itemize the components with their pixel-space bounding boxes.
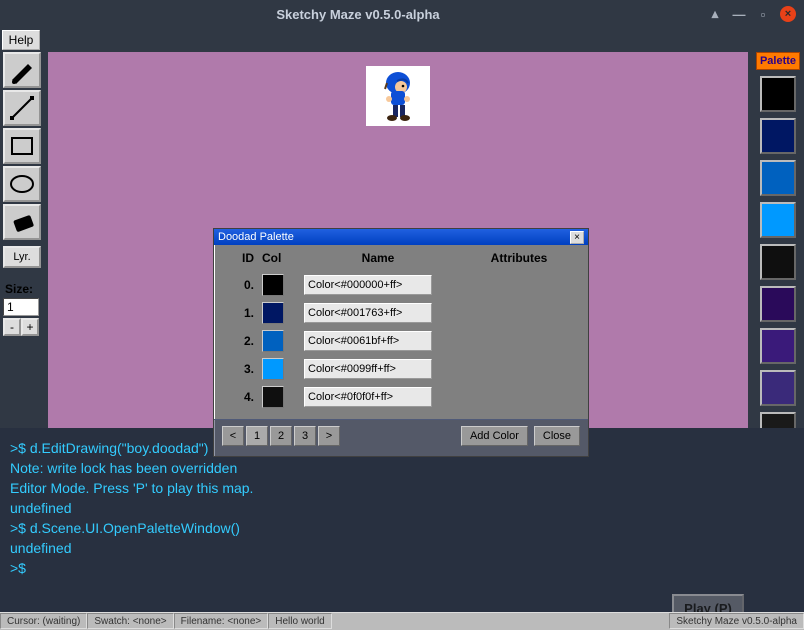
dialog-title-text: Doodad Palette	[218, 231, 570, 243]
palette-swatch-4[interactable]	[760, 244, 796, 280]
size-plus-button[interactable]: +	[21, 318, 39, 336]
row-id: 4.	[222, 390, 262, 404]
status-cursor: Cursor: (waiting)	[0, 613, 87, 629]
row-color-swatch[interactable]	[262, 330, 284, 352]
row-color-swatch[interactable]	[262, 358, 284, 380]
palette-swatch-5[interactable]	[760, 286, 796, 322]
palette-swatch-7[interactable]	[760, 370, 796, 406]
palette-swatch-6[interactable]	[760, 328, 796, 364]
palette-row: 3.	[222, 355, 580, 383]
dialog-column-headers: ID Col Name Attributes	[222, 251, 580, 271]
ellipse-tool[interactable]	[3, 166, 41, 202]
status-filename: Filename: <none>	[174, 613, 269, 629]
row-id: 3.	[222, 362, 262, 376]
palette-row: 4.	[222, 383, 580, 411]
palette-row: 2.	[222, 327, 580, 355]
rectangle-tool[interactable]	[3, 128, 41, 164]
row-color-swatch[interactable]	[262, 274, 284, 296]
help-menu[interactable]: Help	[2, 30, 40, 50]
window-title: Sketchy Maze v0.5.0-alpha	[8, 7, 708, 22]
dialog-titlebar[interactable]: Doodad Palette ×	[214, 229, 588, 245]
palette-row: 1.	[222, 299, 580, 327]
close-dialog-button[interactable]: Close	[534, 426, 580, 446]
pin-icon[interactable]: ▴	[708, 7, 722, 21]
pager-2[interactable]: 2	[270, 426, 292, 446]
row-name-input[interactable]	[304, 359, 432, 379]
palette-swatch-2[interactable]	[760, 160, 796, 196]
close-icon[interactable]: ×	[780, 6, 796, 22]
layers-button[interactable]: Lyr.	[3, 246, 41, 268]
col-id-header: ID	[222, 251, 262, 265]
row-id: 2.	[222, 334, 262, 348]
size-minus-button[interactable]: -	[3, 318, 21, 336]
row-color-swatch[interactable]	[262, 302, 284, 324]
window-titlebar: Sketchy Maze v0.5.0-alpha ▴ — ▫ ×	[0, 0, 804, 28]
add-color-button[interactable]: Add Color	[461, 426, 528, 446]
row-name-input[interactable]	[304, 303, 432, 323]
palette-swatch-0[interactable]	[760, 76, 796, 112]
col-color-header: Col	[262, 251, 298, 265]
pager-1[interactable]: 1	[246, 426, 268, 446]
row-id: 1.	[222, 306, 262, 320]
row-color-swatch[interactable]	[262, 386, 284, 408]
maximize-icon[interactable]: ▫	[756, 7, 770, 21]
toolbox: Lyr. Size: - +	[3, 52, 43, 336]
palette-header: Palette	[756, 52, 800, 70]
status-bar: Cursor: (waiting) Swatch: <none> Filenam…	[0, 612, 804, 630]
minimize-icon[interactable]: —	[732, 7, 746, 21]
status-version: Sketchy Maze v0.5.0-alpha	[669, 613, 804, 629]
row-name-input[interactable]	[304, 275, 432, 295]
palette-row: 0.	[222, 271, 580, 299]
row-id: 0.	[222, 278, 262, 292]
dialog-close-button[interactable]: ×	[570, 231, 584, 244]
status-swatch: Swatch: <none>	[87, 613, 173, 629]
status-hello: Hello world	[268, 613, 331, 629]
pager-prev[interactable]: <	[222, 426, 244, 446]
size-input[interactable]	[3, 298, 39, 316]
palette-swatch-3[interactable]	[760, 202, 796, 238]
pager-next[interactable]: >	[318, 426, 340, 446]
doodad-preview	[366, 66, 430, 126]
eraser-tool[interactable]	[3, 204, 41, 240]
col-name-header: Name	[298, 251, 458, 265]
size-label: Size:	[3, 282, 43, 296]
row-name-input[interactable]	[304, 387, 432, 407]
row-name-input[interactable]	[304, 331, 432, 351]
pager-3[interactable]: 3	[294, 426, 316, 446]
col-attr-header: Attributes	[458, 251, 580, 265]
line-tool[interactable]	[3, 90, 41, 126]
palette-dialog: Doodad Palette × ID Col Name Attributes …	[213, 228, 589, 457]
pencil-tool[interactable]	[3, 52, 41, 88]
palette-swatch-1[interactable]	[760, 118, 796, 154]
